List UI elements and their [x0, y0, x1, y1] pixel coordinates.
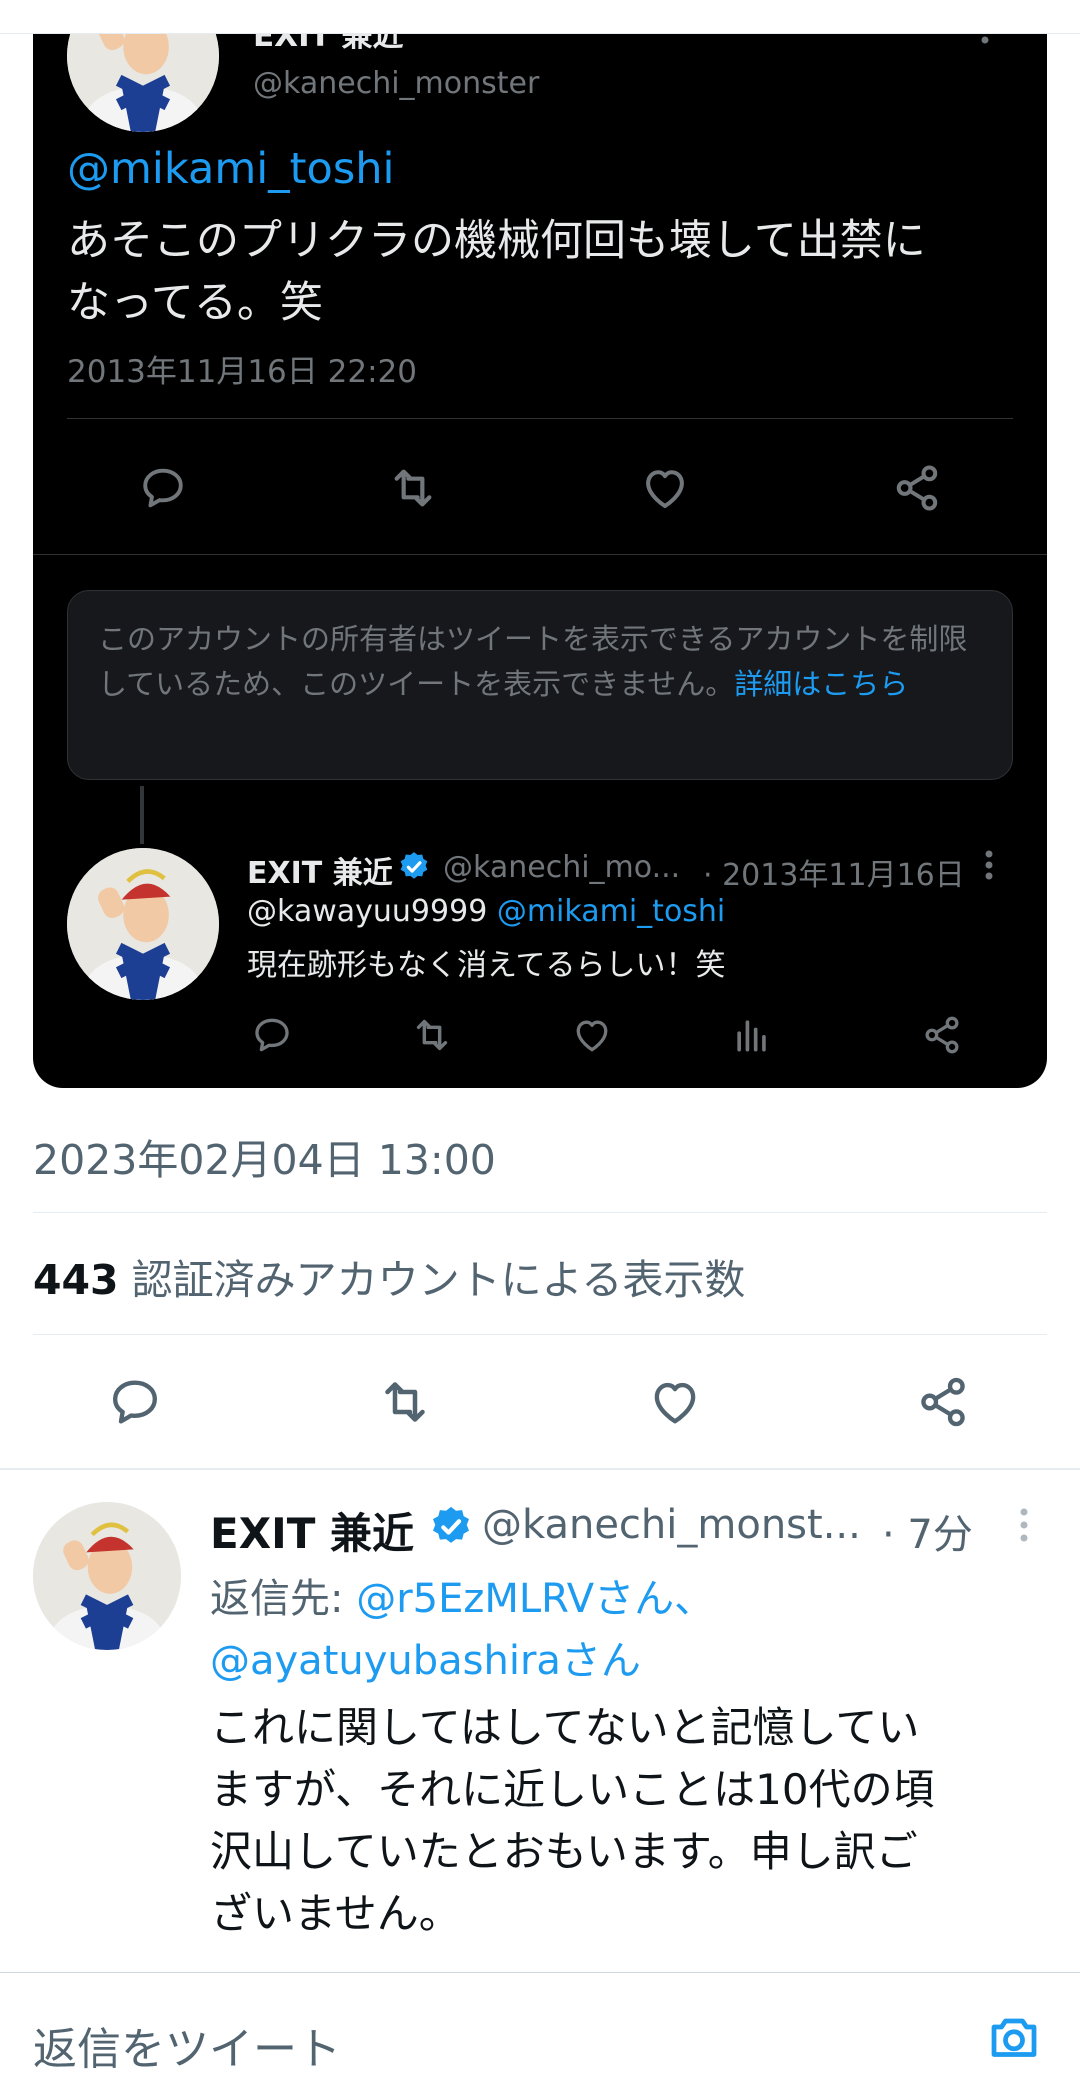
tweet-text-line: あそこのプリクラの機械何回も壊して出禁に [67, 216, 926, 266]
author-name[interactable]: EXIT 兼近 [210, 1500, 414, 1561]
like-icon[interactable] [640, 1370, 710, 1434]
author-handle[interactable]: @kanechi_monster [253, 66, 539, 101]
author-handle[interactable]: @kanechi_mo... [443, 850, 680, 885]
more-icon[interactable] [1020, 1508, 1028, 1546]
mention-link[interactable]: @mikami_toshi [497, 894, 725, 929]
author-handle[interactable]: @kanechi_monst... [482, 1502, 861, 1548]
share-icon[interactable] [885, 456, 949, 520]
divider [33, 1212, 1047, 1213]
avatar[interactable] [67, 848, 219, 1000]
view-count-label: 認証済みアカウントによる表示数 [131, 1256, 746, 1304]
verified-icon [397, 850, 431, 884]
reply-compose-input[interactable]: 返信をツイート [33, 2013, 341, 2077]
tweet-text-line: なってる。笑 [67, 278, 323, 328]
divider [33, 554, 1047, 555]
analytics-icon[interactable] [727, 1010, 777, 1060]
share-icon[interactable] [908, 1370, 978, 1434]
view-count-number: 443 [33, 1256, 119, 1304]
tweet-text: 現在跡形もなく消えてるらしい！笑 [247, 948, 726, 983]
tweet-time[interactable]: · 7分 [882, 1502, 973, 1560]
camera-icon[interactable] [984, 2007, 1044, 2067]
reply-icon[interactable] [131, 456, 195, 520]
reply-mentions: @kawayuu9999 @mikami_toshi [247, 894, 725, 929]
share-icon[interactable] [917, 1010, 967, 1060]
reply-icon[interactable] [100, 1370, 170, 1434]
tweet-mention[interactable]: @mikami_toshi [67, 144, 394, 194]
retweet-icon[interactable] [370, 1370, 440, 1434]
like-icon[interactable] [633, 456, 697, 520]
tweet-timestamp[interactable]: 2023年02月04日 13:00 [33, 1126, 496, 1186]
verified-icon [428, 1504, 474, 1550]
learn-more-link[interactable]: 詳細はこちら [734, 667, 908, 701]
reply-to-label: 返信先: [210, 1576, 357, 1622]
section-divider [0, 1468, 1080, 1470]
divider [33, 1334, 1047, 1335]
view-count: 443 認証済みアカウントによる表示数 [33, 1246, 745, 1306]
mention-link[interactable]: @kawayuu9999 [247, 894, 487, 929]
tweet-date[interactable]: · 2013年11月16日 [703, 850, 965, 894]
reply-to-user[interactable]: @ayatuyubashiraさん [210, 1628, 641, 1686]
author-name[interactable]: EXIT 兼近 [247, 848, 393, 892]
restricted-tweet-notice: このアカウントの所有者はツイートを表示できるアカウントを制限しているため、このツ… [67, 590, 1013, 780]
tweet-text-line: 沢山していたとおもいます。申し訳ご [210, 1827, 918, 1876]
tweet-text-line: これに関してはしてないと記憶してい [210, 1703, 920, 1752]
retweet-icon[interactable] [381, 456, 445, 520]
reply-to: 返信先: @r5EzMLRVさん、 [210, 1566, 714, 1624]
reply-to-user[interactable]: @r5EzMLRVさん、 [356, 1576, 714, 1622]
more-icon[interactable] [985, 850, 993, 888]
reply-icon[interactable] [247, 1010, 297, 1060]
thread-line [140, 786, 144, 844]
tweet-text-line: ざいません。 [210, 1889, 461, 1938]
tweet-text-line: ますが、それに近しいことは10代の頃 [210, 1765, 935, 1814]
top-bar [0, 0, 1080, 34]
tweet-timestamp[interactable]: 2013年11月16日 22:20 [67, 346, 417, 391]
like-icon[interactable] [567, 1010, 617, 1060]
compose-bar: 返信をツイート [0, 1972, 1080, 2089]
quoted-tweet-card[interactable]: EXIT 兼近 @kanechi_monster @mikami_toshi あ… [33, 0, 1047, 1088]
avatar[interactable] [33, 1502, 181, 1650]
divider [67, 418, 1013, 419]
retweet-icon[interactable] [407, 1010, 457, 1060]
